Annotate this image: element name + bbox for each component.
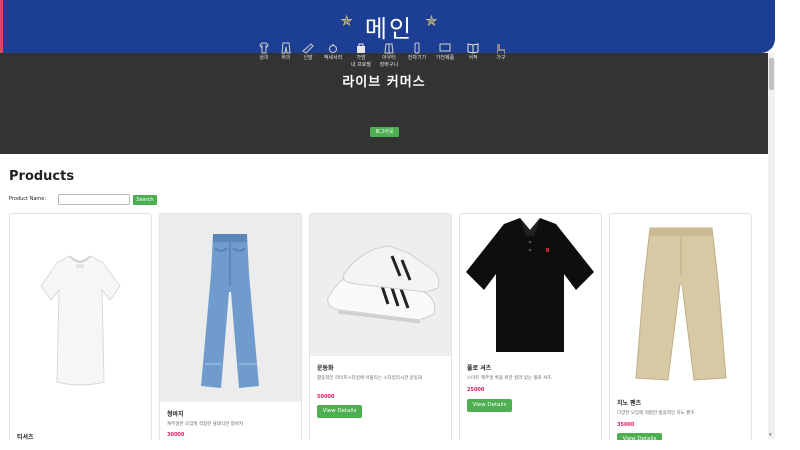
chino-pants-image [610, 214, 751, 394]
category-bottoms[interactable]: 하의 [275, 41, 297, 69]
logout-button[interactable]: 로그아웃 [370, 127, 399, 137]
star-right-icon: ✯ [425, 11, 438, 30]
category-label: 가구 [496, 55, 506, 61]
category-furniture[interactable]: 가구 [487, 41, 515, 69]
product-card-chino[interactable]: 치노 팬츠 다양한 모임에 적합한 범용적인 치노 팬츠 35000 View … [609, 213, 752, 450]
category-label: 액세서리 [323, 55, 343, 61]
category-label: 신발 [303, 55, 313, 61]
shoe-icon [302, 43, 314, 54]
category-label: 서적 [468, 55, 478, 61]
product-price: 25000 [467, 387, 485, 393]
product-name: 청바지 [167, 411, 184, 418]
cart-link[interactable]: 장바구니 [380, 62, 398, 69]
category-label: 아우터 [382, 55, 396, 61]
page-scrollbar[interactable]: ▾ [768, 53, 775, 439]
scrollbar-thumb[interactable] [769, 58, 774, 90]
view-details-button[interactable]: View Details [317, 405, 362, 418]
brand-title: 라이브 커머스 [342, 75, 426, 90]
sneakers-image [310, 214, 451, 356]
polo-shirt-image [460, 214, 601, 356]
category-shoes[interactable]: 신발 [297, 41, 319, 69]
products-heading: Products [9, 169, 75, 184]
category-tops[interactable]: 상의 [253, 41, 275, 69]
product-description: 활동적인 라이프스타일에 어울리는 스타일리시한 운동화 [317, 376, 423, 381]
category-accessories[interactable]: 액세서리 [319, 41, 347, 69]
product-card-tshirt[interactable]: 티셔츠 [9, 213, 152, 450]
book-icon [467, 43, 479, 54]
bottom-edge [0, 440, 800, 450]
product-price: 50000 [317, 394, 335, 400]
scroll-down-arrow-icon[interactable]: ▾ [769, 433, 772, 438]
search-button[interactable]: Search [133, 195, 157, 205]
profile-link[interactable]: 내 프로필 [351, 62, 371, 69]
category-electronics[interactable]: 전자기기 [403, 41, 431, 69]
product-name: 운동화 [317, 365, 334, 372]
page: ✯ 메인 ✯ 라이브 커머스 상의 하의 신발 액세서리 가방 내 프로필 아우… [0, 0, 800, 450]
category-label: 가전제품 [435, 55, 455, 61]
chair-icon [497, 44, 505, 54]
product-name: 치노 팬츠 [617, 400, 642, 407]
ring-icon [329, 44, 337, 53]
category-books[interactable]: 서적 [459, 41, 487, 69]
jeans-image [160, 214, 301, 402]
category-label: 하의 [281, 55, 291, 61]
category-nav: 상의 하의 신발 액세서리 가방 내 프로필 아우터 장바구니 전자기기 가전제… [253, 41, 515, 69]
banner-title: 메인 [364, 15, 414, 43]
product-search-input[interactable] [58, 194, 130, 205]
category-outer[interactable]: 아우터 장바구니 [375, 41, 403, 69]
star-left-icon: ✯ [340, 11, 353, 30]
category-bags[interactable]: 가방 내 프로필 [347, 41, 375, 69]
product-description: 스마트 캐주얼 룩을 위한 칼라 있는 폴로 셔츠 [467, 376, 552, 381]
product-name: 폴로 셔츠 [467, 365, 492, 372]
category-label: 전자기기 [407, 55, 427, 61]
product-description: 다양한 모임에 적합한 범용적인 치노 팬츠 [617, 411, 695, 416]
product-card-polo[interactable]: 폴로 셔츠 스마트 캐주얼 룩을 위한 칼라 있는 폴로 셔츠 25000 Vi… [459, 213, 602, 450]
coat-icon [384, 43, 394, 54]
shirt-icon [259, 42, 269, 54]
product-card-sneakers[interactable]: 운동화 활동적인 라이프스타일에 어울리는 스타일리시한 운동화 50000 V… [309, 213, 452, 450]
tshirt-image [10, 214, 151, 414]
product-price: 35000 [617, 422, 635, 428]
product-price: 30000 [167, 432, 185, 438]
phone-icon [414, 42, 420, 54]
search-label: Product Name: [9, 196, 47, 202]
view-details-button[interactable]: View Details [467, 399, 512, 412]
product-description: 캐주얼한 모임에 적합한 클래식한 청바지 [167, 422, 244, 427]
category-label: 가방 [356, 55, 366, 61]
bag-icon [357, 43, 365, 53]
product-card-jeans[interactable]: 청바지 캐주얼한 모임에 적합한 클래식한 청바지 30000 [159, 213, 302, 450]
monitor-icon [439, 43, 451, 52]
category-appliances[interactable]: 가전제품 [431, 41, 459, 69]
category-label: 상의 [259, 55, 269, 61]
pants-icon [281, 42, 291, 54]
